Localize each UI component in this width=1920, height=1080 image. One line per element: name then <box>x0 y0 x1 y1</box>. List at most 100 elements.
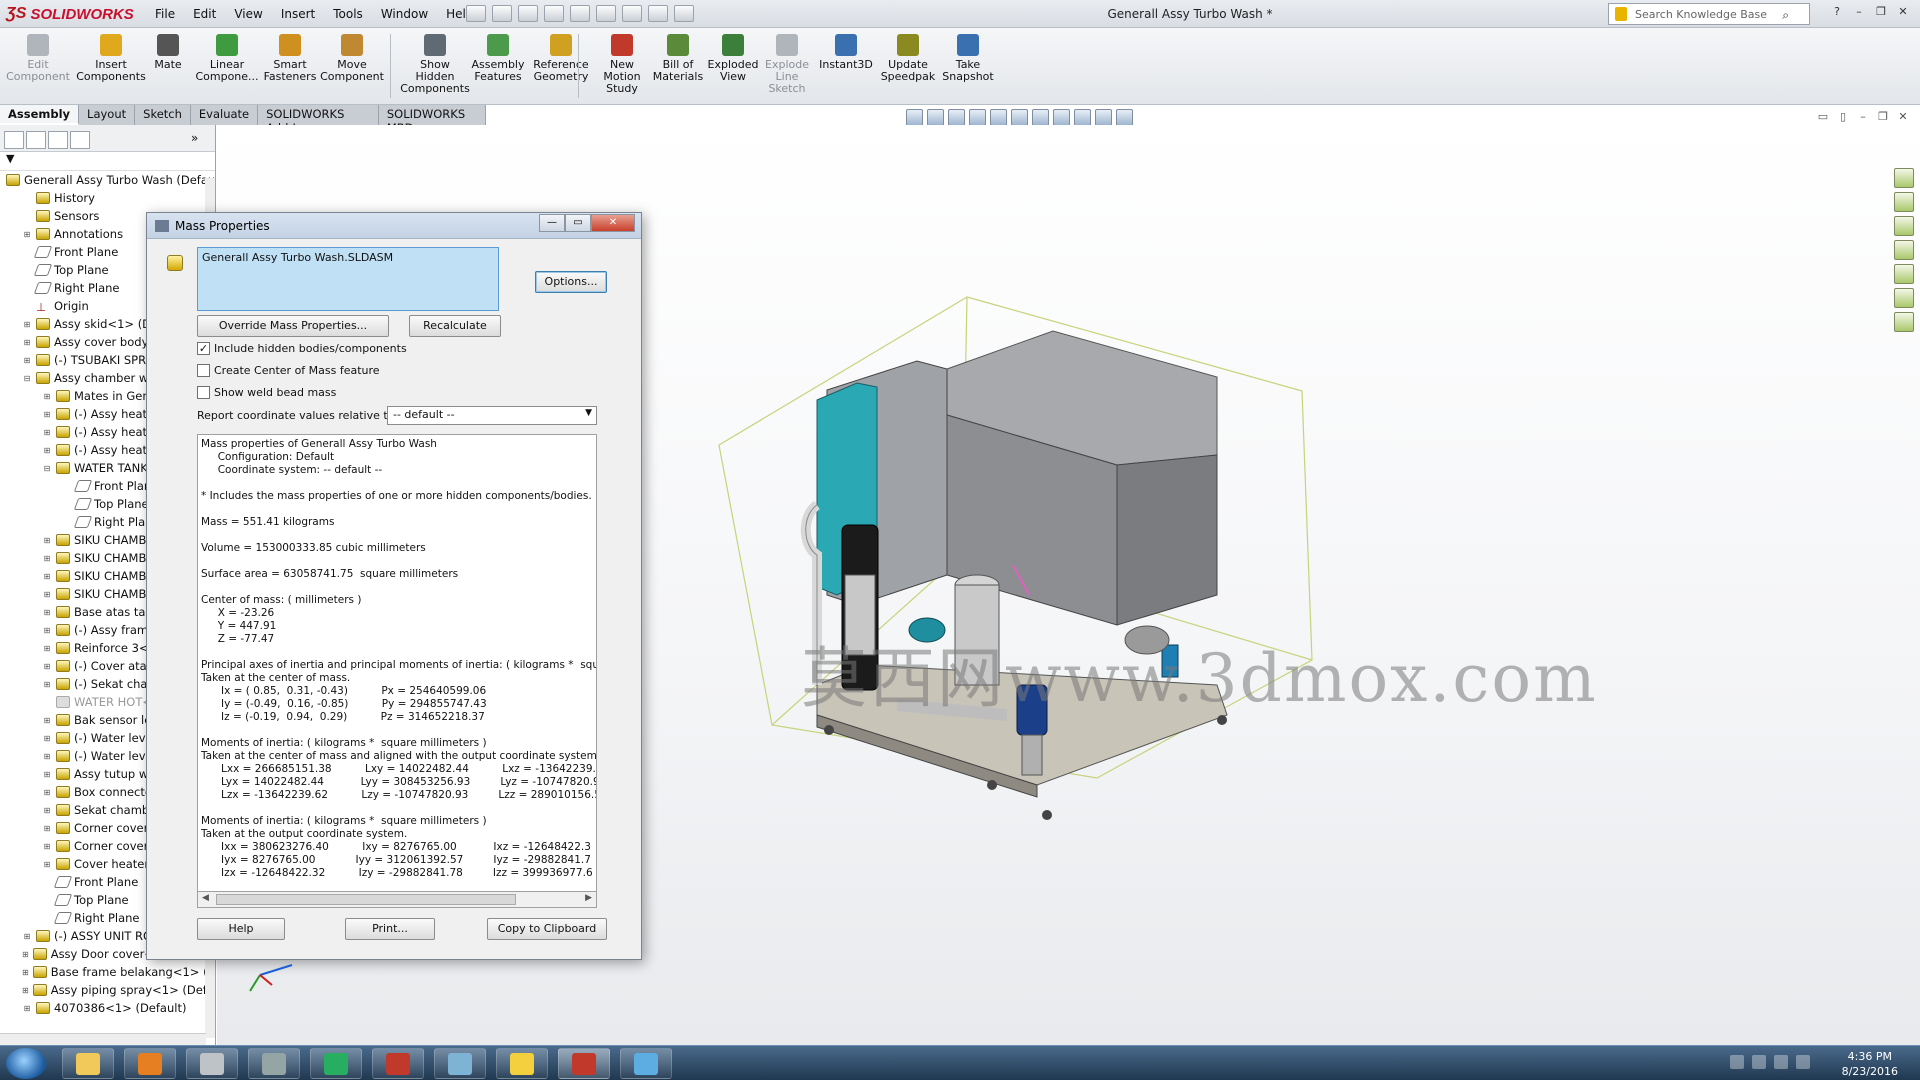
solidworks-resources-icon[interactable] <box>1894 168 1914 188</box>
expand-toggle-icon[interactable]: ⊞ <box>42 752 52 761</box>
help-button[interactable]: Help <box>197 918 285 940</box>
show-hidden-icons-icon[interactable] <box>1730 1055 1744 1069</box>
solidworks-logo[interactable]: ƷS SOLIDWORKS <box>6 4 134 24</box>
tree-item[interactable]: ⊞ 4070386<1> (Default) <box>0 999 215 1017</box>
tab-solidworks-mbd[interactable]: SOLIDWORKS MBD <box>378 105 486 135</box>
show-weld-bead-checkbox[interactable]: Show weld bead mass <box>197 384 336 400</box>
options-button[interactable]: Options... <box>535 271 607 293</box>
print-icon[interactable] <box>544 5 564 22</box>
new-motion-study-button[interactable]: New Motion Study <box>596 30 648 102</box>
recalculate-button[interactable]: Recalculate <box>409 315 501 337</box>
doc-close-button[interactable]: ✕ <box>1896 110 1910 123</box>
expand-toggle-icon[interactable]: ⊞ <box>42 788 52 797</box>
property-manager-tab-icon[interactable] <box>26 131 46 149</box>
dialog-close-button[interactable]: ✕ <box>591 214 635 232</box>
search-knowledge-base-input[interactable]: Search Knowledge Base ⌕ <box>1608 3 1810 25</box>
tab-layout[interactable]: Layout <box>79 105 136 125</box>
tab-sketch[interactable]: Sketch <box>135 105 191 125</box>
copy-to-clipboard-button[interactable]: Copy to Clipboard <box>487 918 607 940</box>
include-hidden-checkbox[interactable]: ✓ Include hidden bodies/components <box>197 340 407 356</box>
selected-items-box[interactable]: Generall Assy Turbo Wash.SLDASM <box>197 247 499 311</box>
options-icon[interactable] <box>674 5 694 22</box>
expand-toggle-icon[interactable]: ⊞ <box>22 986 29 995</box>
menu-edit[interactable]: Edit <box>184 5 225 23</box>
expand-toggle-icon[interactable]: ⊞ <box>42 662 52 671</box>
expand-toggle-icon[interactable]: ⊞ <box>42 446 52 455</box>
select-icon[interactable] <box>596 5 616 22</box>
expand-toggle-icon[interactable]: ⊞ <box>42 554 52 563</box>
reference-geometry-button[interactable]: Reference Geometry <box>530 30 592 102</box>
configuration-manager-tab-icon[interactable] <box>48 131 68 149</box>
file-explorer-icon[interactable] <box>1894 216 1914 236</box>
taskbar-explorer-icon[interactable] <box>62 1048 114 1079</box>
view-settings-icon[interactable] <box>1116 109 1133 126</box>
tree-horizontal-scrollbar[interactable] <box>0 1033 206 1045</box>
expand-toggle-icon[interactable]: ⊞ <box>42 536 52 545</box>
taskbar-paint-icon[interactable] <box>186 1048 238 1079</box>
expand-toggle-icon[interactable]: ⊞ <box>42 590 52 599</box>
tree-item[interactable]: History <box>0 189 215 207</box>
tree-item[interactable]: ⊞ Base frame belakang<1> (Def <box>0 963 215 981</box>
expand-toggle-icon[interactable]: ⊟ <box>22 374 32 383</box>
exploded-view-button[interactable]: Exploded View <box>706 30 760 102</box>
bill-of-materials-button[interactable]: Bill of Materials <box>652 30 704 102</box>
taskbar-calculator-icon[interactable] <box>248 1048 300 1079</box>
save-icon[interactable] <box>518 5 538 22</box>
take-snapshot-button[interactable]: Take Snapshot <box>940 30 996 102</box>
expand-toggle-icon[interactable]: ⊞ <box>42 428 52 437</box>
tab-assembly[interactable]: Assembly <box>0 105 80 125</box>
view-palette-icon[interactable] <box>1894 240 1914 260</box>
scroll-left-icon[interactable]: ◀ <box>202 893 209 903</box>
solidworks-forum-icon[interactable] <box>1894 312 1914 332</box>
start-button[interactable] <box>6 1048 46 1079</box>
edit-component-button[interactable]: Edit Component <box>6 30 70 102</box>
dropdown-arrow-icon[interactable]: ▼ <box>585 408 592 418</box>
selected-item[interactable]: Generall Assy Turbo Wash.SLDASM <box>202 251 393 264</box>
network-icon[interactable] <box>1774 1055 1788 1069</box>
tree-filter[interactable]: ▼ <box>0 152 215 171</box>
taskbar-media-player-icon[interactable] <box>124 1048 176 1079</box>
move-component-button[interactable]: Move Component <box>320 30 384 102</box>
print-button[interactable]: Print... <box>345 918 435 940</box>
expand-toggle-icon[interactable]: ⊞ <box>22 338 32 347</box>
view-orientation-icon[interactable] <box>1011 109 1028 126</box>
expand-toggle-icon[interactable]: ⊞ <box>42 626 52 635</box>
edit-appearance-icon[interactable] <box>1074 109 1091 126</box>
expand-toggle-icon[interactable]: ⊞ <box>42 608 52 617</box>
checkbox-checked-icon[interactable]: ✓ <box>197 341 210 355</box>
expand-toggle-icon[interactable]: ⊞ <box>22 932 32 941</box>
linear-compone-button[interactable]: Linear Compone... <box>195 30 259 102</box>
tree-item[interactable]: ⊞ Assy piping spray<1> (Default <box>0 981 215 999</box>
zoom-to-area-icon[interactable] <box>927 109 944 126</box>
close-button[interactable]: ✕ <box>1894 5 1912 21</box>
mass-properties-results[interactable]: Mass properties of Generall Assy Turbo W… <box>197 434 597 908</box>
feature-manager-tab-icon[interactable] <box>4 131 24 149</box>
menu-window[interactable]: Window <box>372 5 437 23</box>
display-style-icon[interactable] <box>1032 109 1049 126</box>
coordinate-system-select[interactable]: -- default -- ▼ <box>387 406 597 425</box>
system-clock[interactable]: 4:36 PM 8/23/2016 <box>1842 1049 1898 1079</box>
instant3d-button[interactable]: Instant3D <box>818 30 874 102</box>
tab-solidworks-add-ins[interactable]: SOLIDWORKS Add-Ins <box>258 105 379 135</box>
expand-toggle-icon[interactable]: ⊞ <box>42 680 52 689</box>
smart-fasteners-button[interactable]: Smart Fasteners <box>262 30 318 102</box>
tab-evaluate[interactable]: Evaluate <box>190 105 259 125</box>
show-hidden-components-button[interactable]: Show Hidden Components <box>400 30 470 102</box>
taskbar-acrobat-icon[interactable] <box>372 1048 424 1079</box>
menu-tools[interactable]: Tools <box>324 5 372 23</box>
update-speedpak-button[interactable]: Update Speedpak <box>880 30 936 102</box>
dialog-title-bar[interactable]: Mass Properties — ▭ ✕ <box>147 213 641 239</box>
menu-view[interactable]: View <box>225 5 271 23</box>
dialog-maximize-button[interactable]: ▭ <box>565 214 591 232</box>
minimize-button[interactable]: – <box>1850 5 1868 21</box>
assembly-features-button[interactable]: Assembly Features <box>470 30 526 102</box>
zoom-to-fit-icon[interactable] <box>906 109 923 126</box>
tile-icon[interactable]: ▭ <box>1816 110 1830 123</box>
dynamic-annotation-icon[interactable] <box>990 109 1007 126</box>
expand-toggle-icon[interactable]: ⊞ <box>42 410 52 419</box>
section-view-icon[interactable] <box>969 109 986 126</box>
create-center-of-mass-checkbox[interactable]: Create Center of Mass feature <box>197 362 380 378</box>
results-horizontal-scrollbar[interactable]: ◀ ▶ <box>197 891 597 908</box>
expand-toggle-icon[interactable]: ⊞ <box>22 950 29 959</box>
expand-toggle-icon[interactable]: ⊞ <box>42 806 52 815</box>
